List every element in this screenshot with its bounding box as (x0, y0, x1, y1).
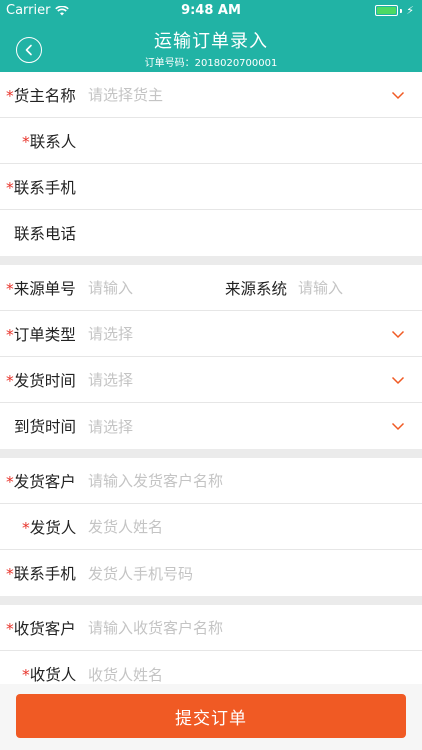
source-system-label: 来源系统 (225, 279, 288, 298)
source-row: *来源单号 请输入 来源系统 请输入 (0, 265, 422, 311)
arrive-time-row[interactable]: 到货时间 请选择 (0, 403, 422, 449)
header-bar: Carrier 9:48 AM ⚡ 运输订单录入 订单号码：2018020700… (0, 0, 422, 72)
sender-section: *发货客户 请输入发货客户名称 *发货人 发货人姓名 *联系手机 发货人手机号码 (0, 458, 422, 596)
source-no-label: *来源单号 (6, 279, 76, 298)
sender-mobile-label: *联系手机 (6, 565, 76, 583)
shipper-name-select[interactable]: 请选择货主 (88, 84, 163, 105)
ship-time-row[interactable]: *发货时间 请选择 (0, 357, 422, 403)
status-time: 9:48 AM (181, 3, 241, 18)
chevron-down-icon (391, 330, 405, 339)
contact-row[interactable]: *联系人 (0, 118, 422, 164)
receiver-customer-row[interactable]: *收货客户 请输入收货客户名称 (0, 605, 422, 651)
receiver-input[interactable]: 收货人姓名 (88, 664, 163, 685)
page-title: 运输订单录入 (154, 31, 268, 52)
shipper-name-label: *货主名称 (6, 86, 76, 105)
contact-label: *联系人 (22, 132, 77, 151)
status-bar: Carrier 9:48 AM ⚡ (0, 0, 422, 22)
order-type-label: *订单类型 (6, 325, 76, 344)
ship-time-select[interactable]: 请选择 (88, 369, 133, 390)
order-type-select[interactable]: 请选择 (88, 323, 133, 344)
source-system-input[interactable]: 请输入 (298, 277, 343, 298)
battery-icon: ⚡ (375, 4, 414, 17)
order-number: 订单号码：2018020700001 (144, 58, 278, 69)
mobile-label: *联系手机 (6, 178, 76, 197)
sender-mobile-row[interactable]: *联系手机 发货人手机号码 (0, 550, 422, 596)
sender-row[interactable]: *发货人 发货人姓名 (0, 504, 422, 550)
order-type-row[interactable]: *订单类型 请选择 (0, 311, 422, 357)
shipper-section: *货主名称 请选择货主 *联系人 *联系手机 联系电话 (0, 72, 422, 256)
order-info-section: *来源单号 请输入 来源系统 请输入 *订单类型 请选择 *发货时间 请选择 到… (0, 265, 422, 449)
arrive-time-select[interactable]: 请选择 (88, 416, 133, 437)
chevron-down-icon (391, 91, 405, 100)
source-no-input[interactable]: 请输入 (88, 277, 133, 298)
arrive-time-label: 到货时间 (14, 418, 77, 436)
sender-input[interactable]: 发货人姓名 (88, 516, 163, 537)
sender-label: *发货人 (22, 518, 77, 537)
phone-row[interactable]: 联系电话 (0, 210, 422, 256)
sender-customer-label: *发货客户 (6, 472, 76, 491)
shipper-name-row[interactable]: *货主名称 请选择货主 (0, 72, 422, 118)
submit-order-button[interactable]: 提交订单 (16, 694, 406, 738)
mobile-row[interactable]: *联系手机 (0, 164, 422, 210)
charging-icon: ⚡ (406, 4, 414, 17)
receiver-label: *收货人 (22, 666, 77, 684)
receiver-customer-label: *收货客户 (6, 619, 76, 638)
phone-label: 联系电话 (14, 225, 77, 243)
submit-bar: 提交订单 (0, 684, 422, 750)
sender-customer-row[interactable]: *发货客户 请输入发货客户名称 (0, 458, 422, 504)
sender-customer-input[interactable]: 请输入发货客户名称 (88, 470, 223, 491)
receiver-customer-input[interactable]: 请输入收货客户名称 (88, 617, 223, 638)
chevron-down-icon (391, 376, 405, 385)
sender-mobile-input[interactable]: 发货人手机号码 (88, 563, 193, 584)
chevron-down-icon (391, 422, 405, 431)
ship-time-label: *发货时间 (6, 371, 76, 390)
